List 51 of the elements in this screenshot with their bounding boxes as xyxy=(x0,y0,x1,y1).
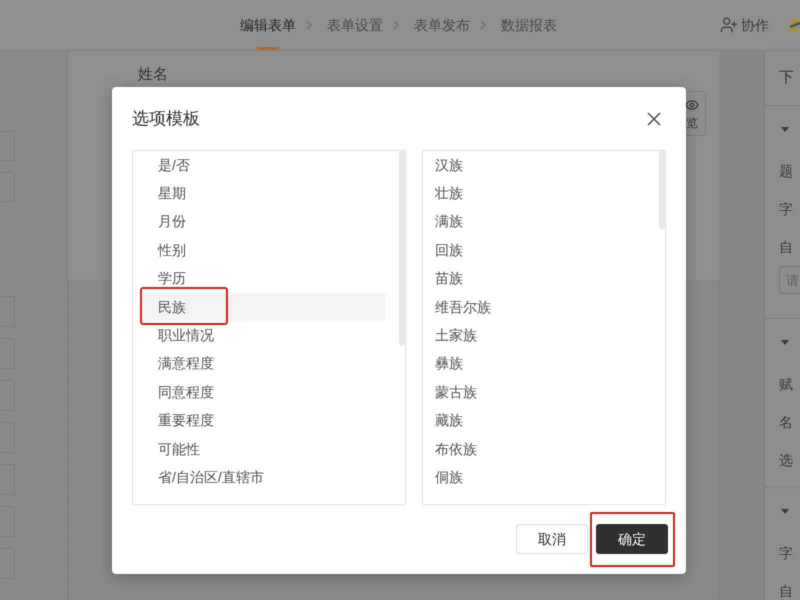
scrollbar-thumb[interactable] xyxy=(399,151,405,346)
list-item[interactable]: 性别 xyxy=(140,236,385,265)
tab-underline xyxy=(257,47,279,50)
list-item: 土家族 xyxy=(435,326,478,346)
list-item[interactable]: 满意程度 xyxy=(140,350,385,378)
chevron-right-icon xyxy=(480,20,486,30)
field-label: 自 xyxy=(779,238,793,256)
field-label: 赋 xyxy=(779,374,793,394)
list-item[interactable]: 重要程度 xyxy=(140,406,385,435)
list-item[interactable]: 月份 xyxy=(140,208,385,236)
list-item: 壮族 xyxy=(435,184,464,204)
add-user-icon xyxy=(720,16,738,34)
field-label: 名 xyxy=(779,412,793,432)
list-item: 回族 xyxy=(435,240,464,260)
dialog-title: 选项模板 xyxy=(132,108,200,130)
list-item: 维吾尔族 xyxy=(435,298,492,317)
list-item[interactable]: 可能性 xyxy=(140,434,385,464)
list-item: 侗族 xyxy=(435,468,464,487)
chevron-right-icon xyxy=(306,20,312,30)
scrollbar-thumb[interactable] xyxy=(659,151,665,229)
chevron-right-icon xyxy=(393,20,399,30)
close-icon[interactable] xyxy=(647,112,661,126)
list-item: 彝族 xyxy=(435,354,464,374)
list-item[interactable]: 民族 xyxy=(140,292,385,322)
list-item[interactable]: 学历 xyxy=(140,264,385,293)
list-item: 蒙古族 xyxy=(435,382,478,402)
caret-icon[interactable] xyxy=(781,340,789,344)
list-item: 藏族 xyxy=(435,411,464,430)
confirm-button[interactable]: 确定 xyxy=(596,524,668,554)
list-item[interactable]: 省/自治区/直辖市 xyxy=(140,463,385,492)
field-label: 字 xyxy=(779,200,793,218)
field-label: 字 xyxy=(779,544,793,562)
panel-title: 下 xyxy=(779,68,794,88)
logo-icon[interactable] xyxy=(788,17,800,33)
caret-icon[interactable] xyxy=(781,508,789,514)
list-item: 满族 xyxy=(435,212,464,232)
list-item[interactable]: 是/否 xyxy=(140,151,385,180)
field-label: 姓名 xyxy=(138,65,168,85)
step-tab[interactable]: 编辑表单 xyxy=(240,0,296,50)
eye-icon xyxy=(685,98,699,112)
list-item: 汉族 xyxy=(435,156,464,175)
field-label: 自 xyxy=(779,582,793,600)
list-item[interactable]: 星期 xyxy=(140,179,385,208)
list-item: 苗族 xyxy=(435,269,464,288)
field-label: 题 xyxy=(779,162,793,180)
list-item[interactable]: 同意程度 xyxy=(140,378,385,407)
field-label: 选 xyxy=(779,450,793,470)
list-item: 布依族 xyxy=(435,440,478,459)
cancel-button[interactable]: 取消 xyxy=(516,524,588,554)
list-item[interactable]: 职业情况 xyxy=(140,321,385,350)
caret-icon[interactable] xyxy=(781,126,789,132)
